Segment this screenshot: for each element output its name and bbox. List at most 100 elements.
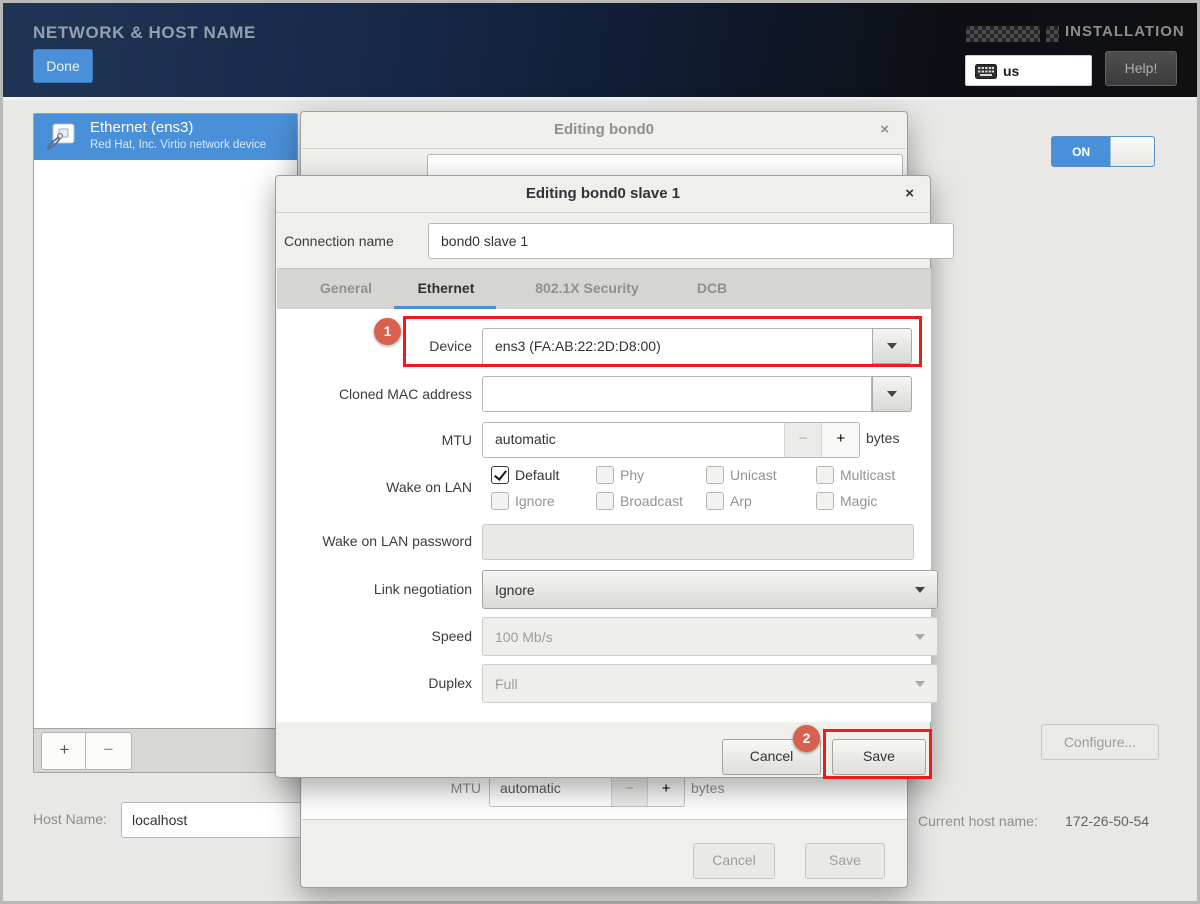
checkbox-unchecked-icon bbox=[596, 492, 614, 510]
checkbox-wol-default[interactable]: Default bbox=[491, 464, 559, 486]
mtu-input[interactable]: automatic bbox=[483, 423, 784, 457]
checkbox-label: Unicast bbox=[730, 467, 777, 483]
device-on-off-toggle[interactable]: ON bbox=[1051, 136, 1155, 167]
cloned-mac-dropdown-button[interactable] bbox=[872, 376, 912, 412]
checkbox-wol-unicast[interactable]: Unicast bbox=[706, 464, 777, 486]
checkbox-label: Arp bbox=[730, 493, 752, 509]
link-negotiation-dropdown[interactable]: Ignore bbox=[482, 570, 938, 609]
checkbox-unchecked-icon bbox=[596, 466, 614, 484]
ethernet-device-icon bbox=[46, 122, 78, 152]
editing-bond0-slave1-dialog: Editing bond0 slave 1 × Connection name … bbox=[275, 175, 931, 778]
tab-ethernet[interactable]: Ethernet bbox=[395, 269, 497, 310]
checkbox-label: Broadcast bbox=[620, 493, 683, 509]
bond0-mtu-label: MTU bbox=[301, 780, 481, 796]
device-description: Red Hat, Inc. Virtio network device bbox=[90, 139, 266, 151]
done-button[interactable]: Done bbox=[33, 49, 93, 83]
check-icon bbox=[494, 467, 507, 481]
help-button[interactable]: Help! bbox=[1105, 51, 1177, 86]
tab-dcb[interactable]: DCB bbox=[687, 269, 737, 310]
speed-dropdown: 100 Mb/s bbox=[482, 617, 938, 656]
checkbox-unchecked-icon bbox=[816, 492, 834, 510]
network-device-list: Ethernet (ens3) Red Hat, Inc. Virtio net… bbox=[33, 113, 298, 773]
dropdown-arrow-icon bbox=[887, 391, 897, 397]
top-bar: NETWORK & HOST NAME Done INSTALLATION us… bbox=[3, 3, 1197, 97]
highlight-box-save-button bbox=[823, 729, 932, 779]
checkbox-label: Ignore bbox=[515, 493, 555, 509]
bond0-cancel-button[interactable]: Cancel bbox=[693, 843, 775, 879]
checkbox-unchecked-icon bbox=[706, 492, 724, 510]
keyboard-layout-value: us bbox=[1003, 63, 1019, 79]
keyboard-layout-indicator[interactable]: us bbox=[965, 55, 1092, 86]
step-badge-2: 2 bbox=[793, 725, 820, 752]
bond0-footer-separator bbox=[302, 819, 907, 820]
mtu-unit-label: bytes bbox=[866, 430, 899, 446]
checkbox-label: Phy bbox=[620, 467, 644, 483]
connection-name-label: Connection name bbox=[284, 233, 424, 249]
close-icon[interactable]: × bbox=[905, 185, 914, 203]
duplex-value: Full bbox=[495, 676, 518, 692]
current-host-name-value: 172-26-50-54 bbox=[1065, 813, 1149, 829]
toggle-handle[interactable] bbox=[1110, 137, 1154, 166]
redacted-product-name bbox=[966, 26, 1040, 42]
checkbox-wol-arp[interactable]: Arp bbox=[706, 490, 752, 512]
checkbox-wol-magic[interactable]: Magic bbox=[816, 490, 877, 512]
installation-label: INSTALLATION bbox=[1065, 23, 1185, 40]
mtu-decrement-button[interactable]: − bbox=[784, 423, 822, 457]
connection-name-input[interactable] bbox=[428, 223, 954, 259]
mtu-increment-button[interactable]: + bbox=[821, 423, 859, 457]
checkbox-label: Default bbox=[515, 467, 559, 483]
checkbox-label: Multicast bbox=[840, 467, 895, 483]
duplex-dropdown: Full bbox=[482, 664, 938, 703]
dropdown-arrow-icon bbox=[915, 681, 925, 687]
duplex-label: Duplex bbox=[276, 675, 472, 691]
wake-on-lan-password-input bbox=[482, 524, 914, 560]
host-name-label: Host Name: bbox=[33, 811, 107, 827]
speed-value: 100 Mb/s bbox=[495, 629, 553, 645]
tab-general[interactable]: General bbox=[303, 269, 389, 310]
wake-on-lan-password-label: Wake on LAN password bbox=[276, 533, 472, 549]
checkbox-wol-broadcast[interactable]: Broadcast bbox=[596, 490, 683, 512]
checkbox-wol-multicast[interactable]: Multicast bbox=[816, 464, 895, 486]
keyboard-icon bbox=[975, 64, 997, 79]
checkbox-checked-icon bbox=[491, 466, 509, 484]
cloned-mac-label: Cloned MAC address bbox=[276, 386, 472, 402]
checkbox-unchecked-icon bbox=[491, 492, 509, 510]
toggle-on-label: ON bbox=[1052, 137, 1110, 166]
step-badge-1: 1 bbox=[374, 318, 401, 345]
page-title: NETWORK & HOST NAME bbox=[33, 23, 256, 43]
remove-device-button[interactable]: − bbox=[85, 732, 132, 770]
link-negotiation-label: Link negotiation bbox=[276, 581, 472, 597]
ethernet-tab-content bbox=[277, 309, 931, 722]
bond0-save-button[interactable]: Save bbox=[805, 843, 885, 879]
tab-8021x-security[interactable]: 802.1X Security bbox=[515, 269, 659, 310]
configure-button[interactable]: Configure... bbox=[1041, 724, 1159, 760]
device-list-item-ethernet[interactable]: Ethernet (ens3) Red Hat, Inc. Virtio net… bbox=[34, 114, 297, 160]
tab-bar: General Ethernet 802.1X Security DCB bbox=[277, 268, 931, 311]
checkbox-label: Magic bbox=[840, 493, 877, 509]
mtu-label: MTU bbox=[276, 432, 472, 448]
redacted-version bbox=[1046, 26, 1059, 42]
dropdown-arrow-icon bbox=[915, 634, 925, 640]
dialog-title: Editing bond0 slave 1 bbox=[276, 176, 930, 213]
installer-screen: NETWORK & HOST NAME Done INSTALLATION us… bbox=[0, 0, 1200, 904]
close-icon[interactable]: × bbox=[880, 121, 889, 139]
checkbox-unchecked-icon bbox=[816, 466, 834, 484]
current-host-name-label: Current host name: bbox=[918, 813, 1038, 829]
highlight-box-device-field bbox=[403, 316, 922, 367]
cloned-mac-input[interactable] bbox=[482, 376, 872, 412]
add-device-button[interactable]: + bbox=[41, 732, 88, 770]
device-name: Ethernet (ens3) bbox=[90, 119, 193, 136]
checkbox-unchecked-icon bbox=[706, 466, 724, 484]
host-name-input[interactable] bbox=[121, 802, 307, 838]
speed-label: Speed bbox=[276, 628, 472, 644]
checkbox-wol-ignore[interactable]: Ignore bbox=[491, 490, 555, 512]
link-negotiation-value: Ignore bbox=[495, 582, 535, 598]
top-bar-separator bbox=[3, 97, 1197, 100]
wake-on-lan-label: Wake on LAN bbox=[276, 479, 472, 495]
bond0-mtu-unit: bytes bbox=[691, 780, 724, 796]
mtu-spinbutton: automatic − + bbox=[482, 422, 860, 458]
device-list-toolbar: + − bbox=[34, 728, 297, 772]
dialog-title: Editing bond0 bbox=[301, 112, 907, 149]
checkbox-wol-phy[interactable]: Phy bbox=[596, 464, 644, 486]
dropdown-arrow-icon bbox=[915, 587, 925, 593]
